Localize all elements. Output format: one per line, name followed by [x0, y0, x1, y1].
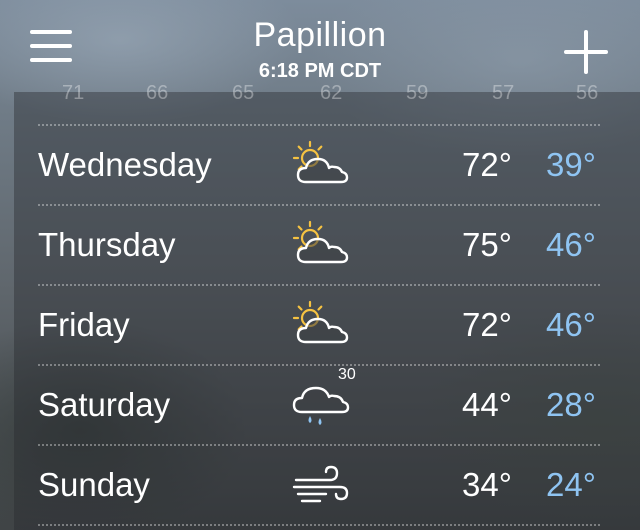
- high-temp: 34°: [462, 466, 512, 503]
- forecast-row-thursday[interactable]: Thursday 75° 46°: [38, 206, 600, 284]
- high-temp: 75°: [462, 226, 512, 263]
- add-location-button[interactable]: [564, 30, 608, 74]
- low-temp: 46°: [546, 226, 596, 263]
- day-label: Wednesday: [38, 146, 212, 183]
- divider: [38, 524, 600, 526]
- low-temp: 28°: [546, 386, 596, 423]
- high-temp: 44°: [462, 386, 512, 423]
- low-temp: 24°: [546, 466, 596, 503]
- forecast-row-sunday[interactable]: Sunday 34° 24°: [38, 446, 600, 524]
- city-title[interactable]: Papillion: [0, 16, 640, 55]
- forecast-row-friday[interactable]: Friday 72° 46°: [38, 286, 600, 364]
- day-label: Friday: [38, 306, 130, 343]
- low-temp: 39°: [546, 146, 596, 183]
- forecast-row-wednesday[interactable]: Wednesday 72° 39°: [38, 126, 600, 204]
- app-header: Papillion 6:18 PM CDT: [0, 0, 640, 92]
- rain-cloud-icon: [292, 386, 350, 425]
- plus-icon-stroke: [584, 30, 588, 74]
- high-temp: 72°: [462, 306, 512, 343]
- partly-cloudy-icon: [292, 220, 349, 264]
- day-label: Sunday: [38, 466, 150, 503]
- day-label: Saturday: [38, 386, 171, 423]
- high-temp: 72°: [462, 146, 512, 183]
- low-temp: 46°: [546, 306, 596, 343]
- day-label: Thursday: [38, 226, 176, 263]
- wind-icon: [292, 465, 349, 503]
- partly-cloudy-icon: [292, 300, 349, 344]
- precip-chance: 30: [338, 366, 356, 383]
- partly-cloudy-icon: [292, 140, 349, 184]
- forecast-row-saturday[interactable]: Saturday 30 44° 28°: [38, 366, 600, 444]
- local-time: 6:18 PM CDT: [258, 60, 382, 82]
